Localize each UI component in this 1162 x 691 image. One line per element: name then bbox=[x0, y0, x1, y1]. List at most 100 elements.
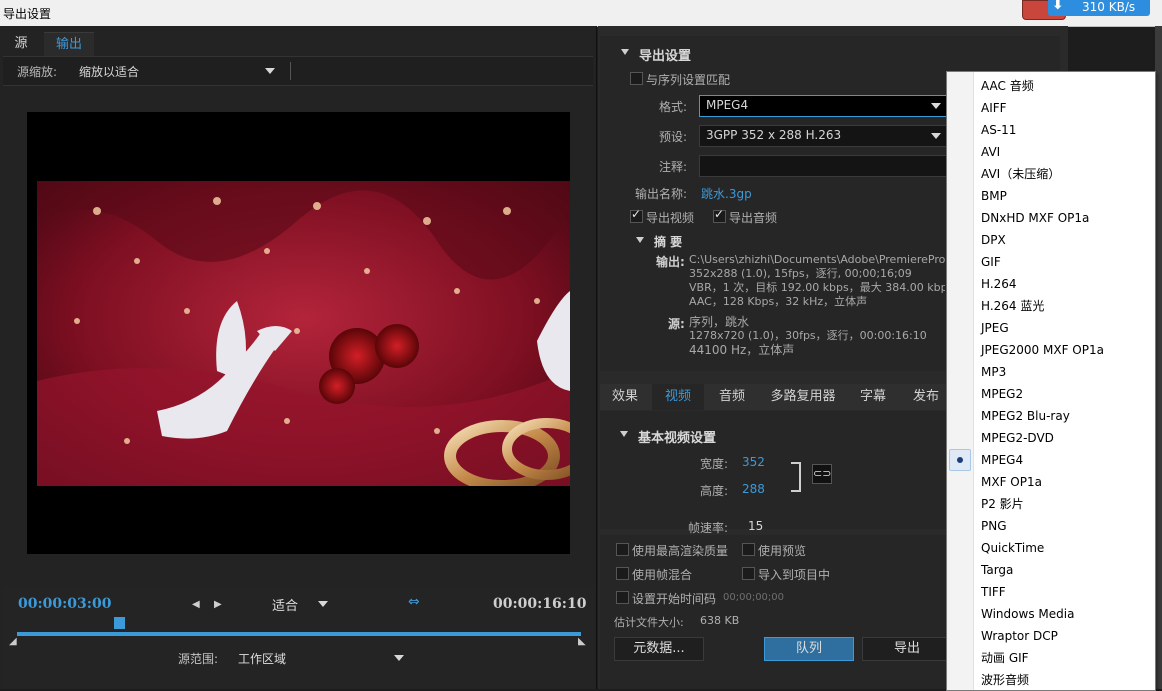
source-scale-select[interactable]: 缩放以适合 bbox=[73, 61, 283, 81]
width-label: 宽度: bbox=[700, 457, 729, 471]
summary-source-line: 44100 Hz，立体声 bbox=[689, 343, 795, 357]
source-scale-row: 源缩放: 缩放以适合 bbox=[3, 56, 593, 86]
scrub-track[interactable] bbox=[17, 632, 581, 636]
format-select[interactable]: MPEG4 bbox=[699, 95, 947, 117]
format-menu-item[interactable]: AAC 音频 bbox=[981, 75, 1034, 97]
output-name-label: 输出名称: bbox=[635, 187, 688, 201]
format-menu-item[interactable]: MPEG2 bbox=[981, 383, 1023, 405]
max-render-checkbox[interactable] bbox=[616, 543, 629, 556]
source-scale-value: 缩放以适合 bbox=[79, 65, 140, 79]
current-timecode[interactable]: 00:00:03:00 bbox=[18, 596, 111, 612]
source-range-select[interactable]: 工作区域 bbox=[232, 648, 410, 668]
format-dropdown-menu: AAC 音频 AIFF AS-11 AVI AVI（未压缩） BMP DNxHD MXF O… bbox=[946, 71, 1156, 691]
tab-effects[interactable]: 效果 bbox=[600, 384, 650, 410]
format-menu-item[interactable]: H.264 蓝光 bbox=[981, 295, 1044, 317]
use-preview-label: 使用预览 bbox=[758, 544, 807, 558]
chevron-down-icon bbox=[318, 601, 328, 607]
format-menu-item[interactable]: 波形音频 bbox=[981, 669, 1029, 691]
video-frame-image bbox=[37, 181, 570, 486]
export-audio-checkbox[interactable] bbox=[713, 207, 726, 223]
preset-select[interactable]: 3GPP 352 x 288 H.263 bbox=[699, 125, 947, 147]
format-menu-item[interactable]: Targa bbox=[981, 559, 1013, 581]
queue-button[interactable]: 队列 bbox=[764, 637, 854, 661]
format-label: 格式: bbox=[659, 100, 688, 114]
video-preview bbox=[37, 181, 570, 486]
in-point-icon[interactable]: ◢ bbox=[9, 636, 17, 647]
format-menu-item[interactable]: MPEG4 bbox=[981, 449, 1023, 471]
chevron-down-icon bbox=[931, 133, 941, 139]
format-menu-item[interactable]: AVI bbox=[981, 141, 1000, 163]
export-button[interactable]: 导出 bbox=[862, 637, 952, 661]
summary-source-label: 源: bbox=[668, 317, 685, 331]
match-sequence-checkbox[interactable] bbox=[630, 72, 643, 85]
format-menu-item[interactable]: BMP bbox=[981, 185, 1007, 207]
collapse-triangle-icon[interactable] bbox=[621, 49, 629, 55]
format-menu-item[interactable]: DPX bbox=[981, 229, 1006, 251]
format-menu-item[interactable]: JPEG2000 MXF OP1a bbox=[981, 339, 1104, 361]
tab-publish[interactable]: 发布 bbox=[900, 384, 952, 410]
format-menu-item[interactable]: DNxHD MXF OP1a bbox=[981, 207, 1089, 229]
summary-output-line: 352x288 (1.0), 15fps，逐行, 00;00;16;09 bbox=[689, 267, 912, 280]
playhead[interactable] bbox=[114, 617, 125, 629]
width-value[interactable]: 352 bbox=[742, 455, 765, 469]
summary-output-label: 输出: bbox=[656, 255, 685, 269]
format-menu-item[interactable]: Wraptor DCP bbox=[981, 625, 1058, 647]
format-menu-item[interactable]: H.264 bbox=[981, 273, 1017, 295]
format-menu-item[interactable]: AVI（未压缩） bbox=[981, 163, 1060, 185]
export-video-label: 导出视频 bbox=[646, 211, 695, 225]
end-timecode: 00:00:16:10 bbox=[493, 596, 587, 612]
download-speed: 310 KB/s bbox=[1082, 0, 1136, 14]
use-preview-checkbox[interactable] bbox=[742, 543, 755, 556]
format-menu-item[interactable]: AS-11 bbox=[981, 119, 1016, 141]
format-menu-item[interactable]: AIFF bbox=[981, 97, 1007, 119]
zoom-fit-select[interactable]: 适合 bbox=[268, 594, 334, 614]
step-forward-icon[interactable]: ▶ bbox=[214, 599, 222, 610]
collapse-triangle-icon[interactable] bbox=[620, 431, 628, 437]
tab-output[interactable]: 输出 bbox=[44, 32, 94, 57]
format-menu-item[interactable]: MPEG2-DVD bbox=[981, 427, 1054, 449]
step-back-icon[interactable]: ◀ bbox=[192, 599, 200, 610]
background-window-edge bbox=[1155, 26, 1162, 689]
format-menu-item[interactable]: MP3 bbox=[981, 361, 1006, 383]
out-point-icon[interactable]: ◣ bbox=[578, 636, 586, 647]
link-icon[interactable]: ⊂⊃ bbox=[812, 464, 832, 484]
comment-input[interactable] bbox=[699, 155, 947, 177]
frame-blend-checkbox[interactable] bbox=[616, 567, 629, 580]
format-menu-item[interactable]: MPEG2 Blu-ray bbox=[981, 405, 1070, 427]
height-value[interactable]: 288 bbox=[742, 482, 765, 496]
estimated-size-label: 估计文件大小: bbox=[614, 616, 684, 629]
collapse-triangle-icon[interactable] bbox=[636, 237, 644, 243]
export-video-checkbox[interactable] bbox=[630, 207, 643, 223]
export-settings-title: 导出设置 bbox=[639, 49, 692, 64]
tab-video[interactable]: 视频 bbox=[652, 384, 704, 410]
metadata-button[interactable]: 元数据... bbox=[614, 637, 704, 661]
download-speed-badge: ⬇ 310 KB/s bbox=[1048, 0, 1150, 16]
output-name-link[interactable]: 跳水.3gp bbox=[701, 185, 752, 202]
zoom-fit-value: 适合 bbox=[272, 599, 299, 614]
format-menu-item[interactable]: P2 影片 bbox=[981, 493, 1024, 515]
format-menu-item[interactable]: Windows Media bbox=[981, 603, 1074, 625]
preset-value: 3GPP 352 x 288 H.263 bbox=[706, 128, 842, 142]
import-project-label: 导入到项目中 bbox=[758, 568, 831, 582]
import-project-checkbox[interactable] bbox=[742, 567, 755, 580]
frame-rate-value[interactable]: 15 bbox=[748, 519, 763, 533]
timecode-value: 00;00;00;00 bbox=[723, 592, 785, 603]
format-menu-item[interactable]: QuickTime bbox=[981, 537, 1044, 559]
format-menu-item[interactable]: 动画 GIF bbox=[981, 647, 1029, 669]
preset-label: 预设: bbox=[659, 130, 688, 144]
format-menu-item[interactable]: MXF OP1a bbox=[981, 471, 1042, 493]
window-title: 导出设置 bbox=[3, 7, 52, 21]
format-menu-item[interactable]: JPEG bbox=[981, 317, 1009, 339]
format-menu-item[interactable]: PNG bbox=[981, 515, 1007, 537]
summary-output-line: C:\Users\zhizhi\Documents\Adobe\Premiere… bbox=[689, 253, 945, 266]
tab-audio[interactable]: 音频 bbox=[706, 384, 758, 410]
tab-source[interactable]: 源 bbox=[3, 32, 39, 56]
crop-icon[interactable]: ⇔ bbox=[408, 594, 420, 610]
format-menu-item[interactable]: TIFF bbox=[981, 581, 1006, 603]
link-bracket bbox=[791, 462, 801, 492]
max-render-label: 使用最高渲染质量 bbox=[632, 544, 729, 558]
tab-captions[interactable]: 字幕 bbox=[850, 384, 896, 410]
tab-multiplexer[interactable]: 多路复用器 bbox=[760, 384, 846, 410]
set-timecode-checkbox[interactable] bbox=[616, 591, 629, 604]
format-menu-item[interactable]: GIF bbox=[981, 251, 1001, 273]
